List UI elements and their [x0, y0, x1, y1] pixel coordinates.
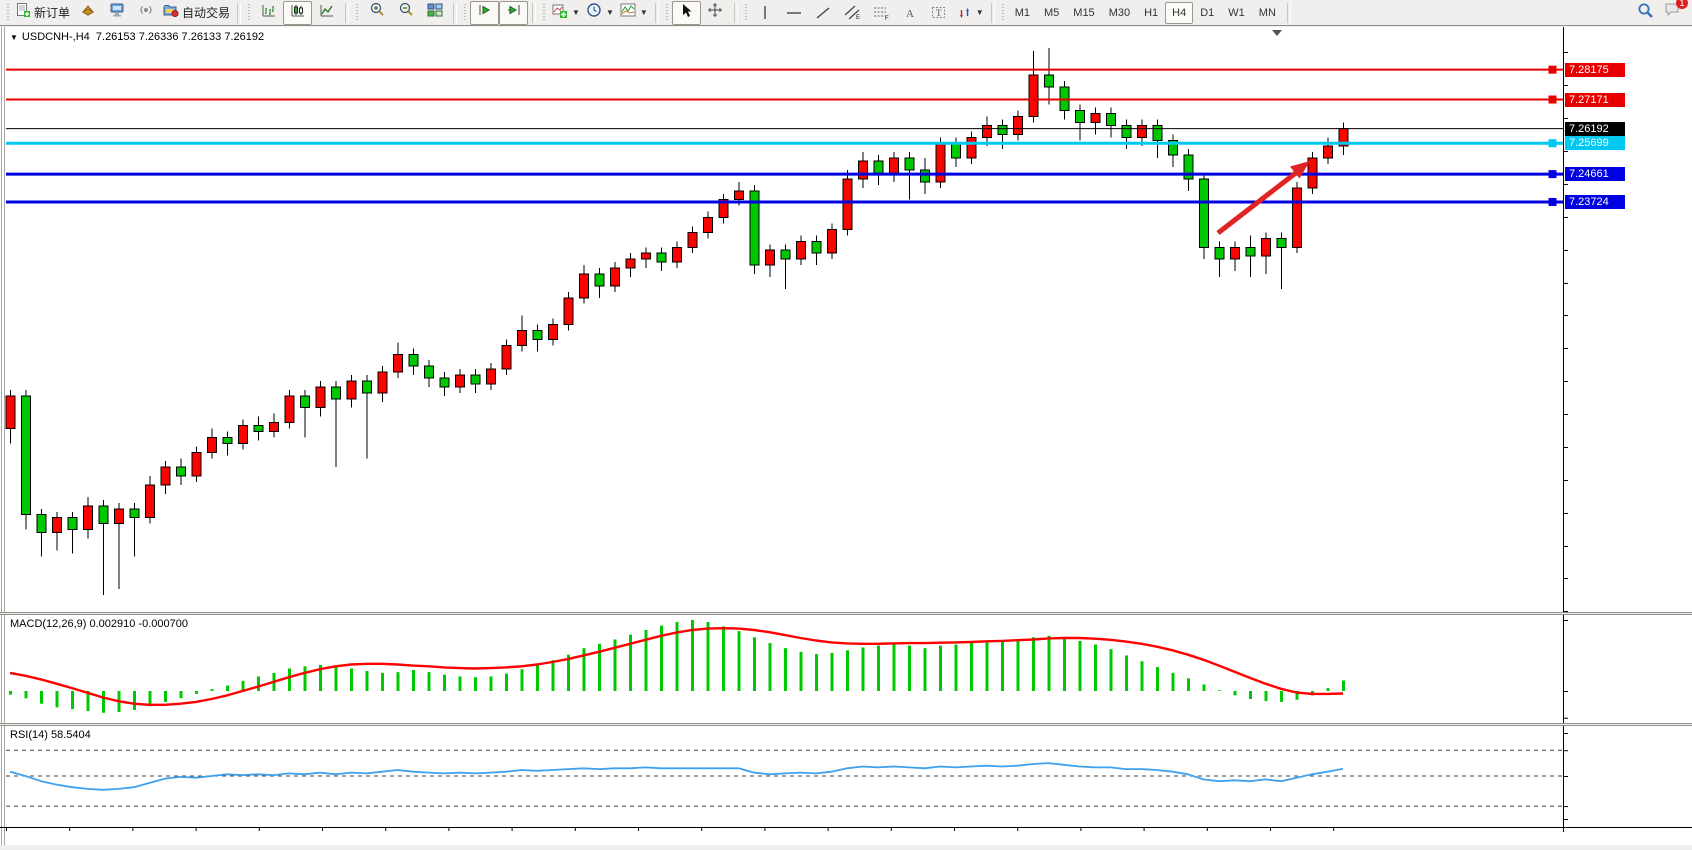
rsi-label: RSI(14) 58.5404 [10, 729, 91, 741]
timeframe-button-m1[interactable]: M1 [1008, 2, 1037, 24]
candlestick-icon [290, 3, 306, 23]
dropdown-caret-icon: ▼ [572, 8, 580, 17]
new-order-icon [16, 3, 31, 23]
periods-button[interactable]: ▼ [583, 1, 617, 25]
new-order-button[interactable]: 新订单 [13, 1, 73, 25]
timeframe-button-h1[interactable]: H1 [1137, 2, 1165, 24]
line-chart-button[interactable] [312, 1, 341, 25]
macd-label: MACD(12,26,9) 0.002910 -0.000700 [10, 618, 188, 630]
toolbar-grip [6, 4, 11, 22]
horizontal-line-tool[interactable] [780, 1, 809, 25]
templates-icon [620, 3, 636, 22]
horizontal-line-icon [786, 6, 802, 20]
fibonacci-tool[interactable]: F [867, 1, 896, 25]
toolbar-separator [237, 3, 241, 23]
auto-trading-button[interactable]: 自动交易 [160, 1, 233, 25]
svg-text:F: F [885, 16, 889, 20]
trendline-icon [815, 6, 831, 20]
new-order-label: 新订单 [34, 4, 70, 21]
bar-chart-icon [261, 3, 277, 23]
vertical-line-icon [758, 5, 772, 20]
chart-shift-icon [506, 3, 522, 22]
equidistant-channel-tool[interactable]: E [838, 1, 867, 25]
indicators-icon [552, 3, 568, 23]
timeframe-button-d1[interactable]: D1 [1193, 2, 1221, 24]
tile-windows-button[interactable] [420, 1, 449, 25]
terminal-button[interactable] [131, 1, 160, 25]
toolbar: 新订单 自动交易 [0, 0, 1692, 26]
indicators-button[interactable]: ▼ [549, 1, 583, 25]
crosshair-icon [707, 2, 723, 23]
level-price-tag: 7.24661 [1565, 167, 1625, 181]
text-icon: A [903, 6, 917, 20]
auto-trading-icon [163, 3, 179, 22]
zoom-in-button[interactable] [362, 1, 391, 25]
chart-symbol-period: USDCNH-,H4 [22, 31, 90, 43]
vertical-line-tool[interactable] [751, 1, 780, 25]
timeframe-button-mn[interactable]: MN [1252, 2, 1283, 24]
level-price-tag: 7.27171 [1565, 93, 1625, 107]
cursor-button[interactable] [672, 1, 701, 25]
level-price-tag: 7.25699 [1565, 136, 1625, 150]
tile-windows-icon [427, 3, 443, 22]
market-watch-icon [80, 3, 96, 22]
timeframe-button-h4[interactable]: H4 [1165, 2, 1193, 24]
current-price-tag: 7.26192 [1565, 122, 1625, 136]
trendline-tool[interactable] [809, 1, 838, 25]
channel-icon: E [844, 5, 861, 20]
bar-chart-button[interactable] [254, 1, 283, 25]
search-icon[interactable] [1637, 2, 1654, 24]
timeframe-group: M1M5M15M30H1H4D1W1MN [1008, 2, 1283, 24]
zoom-out-button[interactable] [391, 1, 420, 25]
fibonacci-icon: F [873, 5, 890, 20]
cursor-arrow-icon [679, 3, 693, 23]
chart-canvas[interactable] [0, 0, 1692, 850]
crosshair-button[interactable] [701, 1, 730, 25]
zoom-in-icon [369, 2, 385, 23]
auto-scroll-button[interactable] [470, 1, 499, 25]
arrows-icon [957, 6, 972, 20]
navigator-button[interactable] [102, 1, 131, 25]
chart-shift-button[interactable] [499, 1, 528, 25]
notifications-button[interactable]: 1 [1664, 2, 1682, 23]
market-watch-button[interactable] [73, 1, 102, 25]
chart-ohlc-values: 7.26153 7.26336 7.26133 7.26192 [96, 31, 264, 43]
timeframe-button-m5[interactable]: M5 [1037, 2, 1066, 24]
chart-header: ▼ USDCNH-,H4 7.26153 7.26336 7.26133 7.26… [10, 31, 264, 43]
zoom-out-icon [398, 2, 414, 23]
level-price-tag: 7.28175 [1565, 63, 1625, 77]
trading-terminal-window: 新订单 自动交易 [0, 0, 1692, 850]
timeframe-button-w1[interactable]: W1 [1221, 2, 1252, 24]
text-label-tool[interactable]: T [925, 1, 954, 25]
text-label-icon: T [931, 5, 947, 20]
level-price-tag: 7.23724 [1565, 195, 1625, 209]
svg-text:E: E [856, 15, 860, 20]
navigator-icon [109, 3, 125, 22]
svg-text:T: T [936, 8, 942, 18]
timeframe-button-m15[interactable]: M15 [1066, 2, 1101, 24]
templates-button[interactable]: ▼ [617, 1, 651, 25]
auto-trading-label: 自动交易 [182, 4, 230, 21]
text-tool[interactable]: A [896, 1, 925, 25]
candlestick-chart-button[interactable] [283, 1, 312, 25]
arrows-tool[interactable]: ▼ [954, 1, 987, 25]
clock-icon [586, 2, 602, 23]
notification-badge: 1 [1676, 0, 1688, 9]
chart-menu-triangle-icon[interactable]: ▼ [10, 33, 18, 42]
svg-text:A: A [906, 8, 914, 20]
line-chart-icon [319, 3, 335, 23]
timeframe-button-m30[interactable]: M30 [1102, 2, 1137, 24]
auto-scroll-icon [477, 3, 493, 22]
signal-icon [138, 3, 154, 22]
